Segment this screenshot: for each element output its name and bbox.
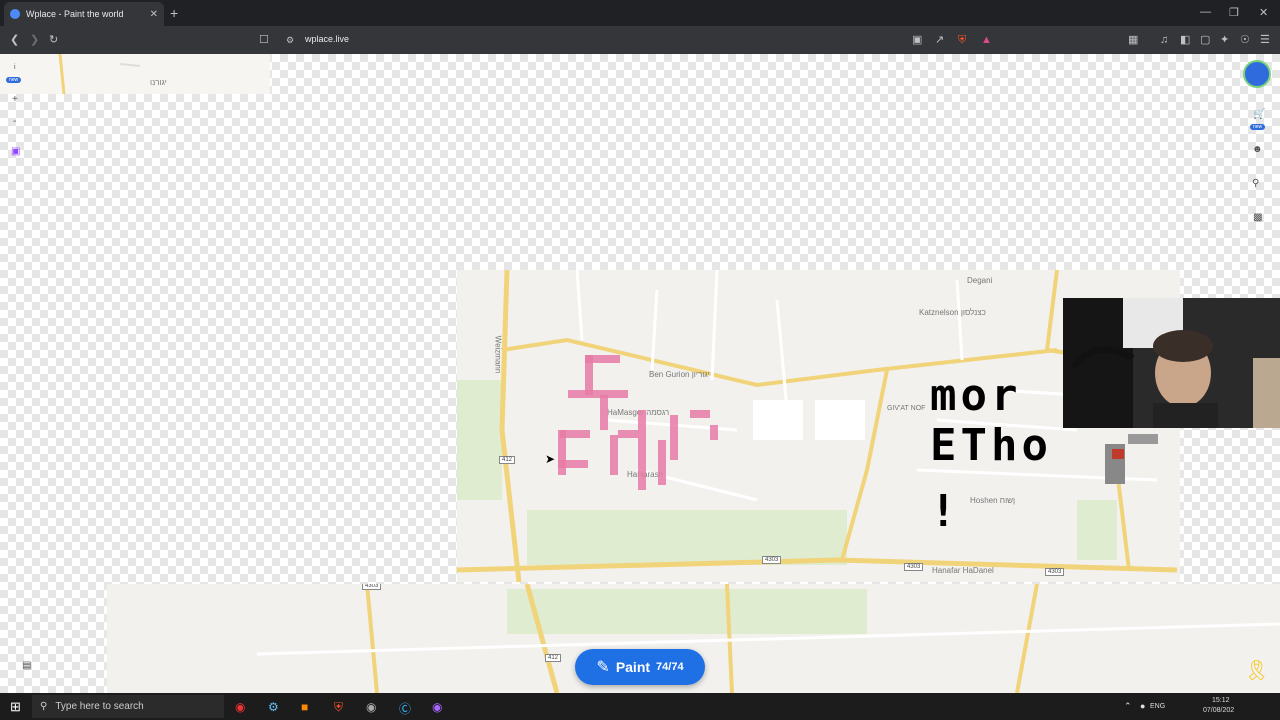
road-badge-4303: 4303: [904, 563, 924, 571]
browser-tab[interactable]: Wplace - Paint the world ✕: [4, 2, 164, 26]
zoom-in-button[interactable]: +: [12, 94, 18, 105]
brave-shield-icon[interactable]: ⛨: [958, 33, 966, 47]
twitch-icon[interactable]: ▣: [11, 146, 20, 157]
tab-title: Wplace - Paint the world: [26, 9, 124, 19]
tab-close-icon[interactable]: ✕: [150, 9, 158, 20]
clock-time[interactable]: 15:12: [1212, 697, 1230, 704]
zoom-out-button[interactable]: -: [13, 116, 16, 127]
new-badge: new: [1250, 124, 1266, 130]
app-icon[interactable]: Ⓒ: [399, 700, 411, 717]
avatar[interactable]: [1243, 60, 1271, 88]
app-icon[interactable]: ■: [301, 700, 308, 714]
bookmark-icon[interactable]: ☐: [259, 33, 269, 47]
pixel-text-line1: mor: [930, 370, 1022, 421]
discord-icon[interactable]: ◉: [432, 700, 442, 714]
microphone-icon[interactable]: ●: [1140, 701, 1145, 711]
paint-label: Paint: [615, 659, 651, 675]
steam-icon[interactable]: ⚙: [268, 700, 279, 714]
pink-pixel-art: [558, 355, 718, 490]
app-icon[interactable]: ◉: [366, 700, 376, 714]
map-label-hoshen: Hoshen ןשוח: [970, 496, 1016, 505]
layers-icon[interactable]: ▤: [22, 660, 31, 671]
white-pixel-block: [815, 400, 865, 440]
back-icon[interactable]: ❮: [10, 33, 19, 47]
rewards-icon[interactable]: ▲: [981, 33, 992, 47]
tray-chevron-icon[interactable]: ⌃: [1124, 701, 1132, 712]
new-tab-button[interactable]: +: [170, 5, 178, 21]
gray-pixel-cluster: [1105, 434, 1158, 484]
clock-date[interactable]: 07/08/202: [1203, 707, 1234, 714]
site-info-icon[interactable]: ⚙: [286, 33, 294, 47]
pixel-text-line2: ETho: [930, 420, 1052, 471]
cart-icon[interactable]: 🛒: [1253, 109, 1265, 120]
new-badge: new: [6, 77, 22, 83]
screenshot-icon[interactable]: ▦: [1128, 33, 1138, 47]
map-label-hanafar: Hanafar HaDanel: [932, 566, 994, 575]
music-icon[interactable]: ♫: [1160, 33, 1168, 47]
map-label-degania: Degani: [967, 276, 993, 285]
globe-icon: [10, 9, 20, 19]
map-fragment-top: יגורנו: [0, 54, 270, 94]
vpn-icon[interactable]: ☉: [1240, 33, 1250, 47]
map-label-weizmann: Weizmann: [493, 335, 503, 374]
wallet-icon[interactable]: ▢: [1200, 33, 1210, 47]
brave-icon[interactable]: ⛨: [334, 700, 343, 715]
webcam-feed: [1063, 298, 1280, 428]
address-bar[interactable]: [280, 30, 920, 50]
maximize-button[interactable]: ❐: [1229, 6, 1239, 19]
info-icon[interactable]: i: [14, 64, 16, 71]
leo-icon[interactable]: ✦: [1220, 33, 1229, 47]
window-close-button[interactable]: ✕: [1259, 6, 1268, 19]
road-badge-4303: 4303: [362, 584, 382, 590]
users-icon[interactable]: ☻: [1252, 144, 1263, 155]
menu-icon[interactable]: ☰: [1260, 33, 1270, 47]
ribbon-icon: 🎗: [1244, 660, 1270, 682]
mouse-cursor-icon: ➤: [545, 452, 556, 466]
road-badge-4303: 4303: [762, 556, 782, 564]
search-icon[interactable]: ⚲: [1252, 178, 1259, 189]
url-text[interactable]: wplace.live: [305, 34, 349, 44]
map-canvas[interactable]: יגורנו Ben Gurion יגוריון Katznelson כצנ…: [0, 54, 1280, 693]
taskbar-search[interactable]: ⚲ Type here to search: [32, 695, 224, 718]
pixel-text-line3: !: [930, 486, 961, 537]
sidebar-icon[interactable]: ◧: [1180, 33, 1190, 47]
search-icon: ⚲: [40, 701, 48, 712]
minimize-button[interactable]: —: [1200, 6, 1211, 18]
road-badge-412: 412: [545, 654, 562, 662]
cast-icon[interactable]: ▣: [912, 33, 922, 47]
map-fragment-roads: [58, 54, 141, 94]
road-badge-4303: 4303: [1045, 568, 1065, 576]
forward-icon[interactable]: ❯: [30, 33, 39, 47]
windows-start-icon[interactable]: ⊞: [10, 699, 21, 715]
windows-taskbar: ⊞ ⚲ Type here to search ◉ ⚙ ■ ⛨ ◉ Ⓒ ◉ ⌃ …: [0, 693, 1280, 720]
brush-icon: ✎: [596, 659, 610, 676]
webcam-overlay: [1063, 298, 1280, 428]
white-pixel-block: [753, 400, 803, 440]
browser-tabbar: Wplace - Paint the world ✕ + — ❐ ✕: [0, 0, 1280, 26]
search-placeholder: Type here to search: [55, 701, 144, 712]
map-label-givat-nof: GIV'AT NOF: [887, 405, 926, 412]
map-label-katznelson: Katznelson כצנלסון: [919, 308, 986, 317]
paint-charges: 74/74: [656, 661, 684, 673]
lang-indicator[interactable]: ENG: [1150, 703, 1165, 710]
reload-icon[interactable]: ↻: [49, 33, 58, 47]
browser-toolbar: ❮ ❯ ↻ ☐ ⚙ wplace.live ▣ ↗ ⛨ ▲ ▦ ♫ ◧ ▢ ✦ …: [0, 26, 1280, 54]
paint-button[interactable]: ✎ Paint 74/74: [575, 649, 705, 685]
leaderboard-icon[interactable]: ▩: [1253, 212, 1262, 223]
road-badge-412: 412: [499, 456, 516, 464]
app-icon[interactable]: ◉: [235, 700, 245, 714]
share-icon[interactable]: ↗: [935, 33, 944, 47]
